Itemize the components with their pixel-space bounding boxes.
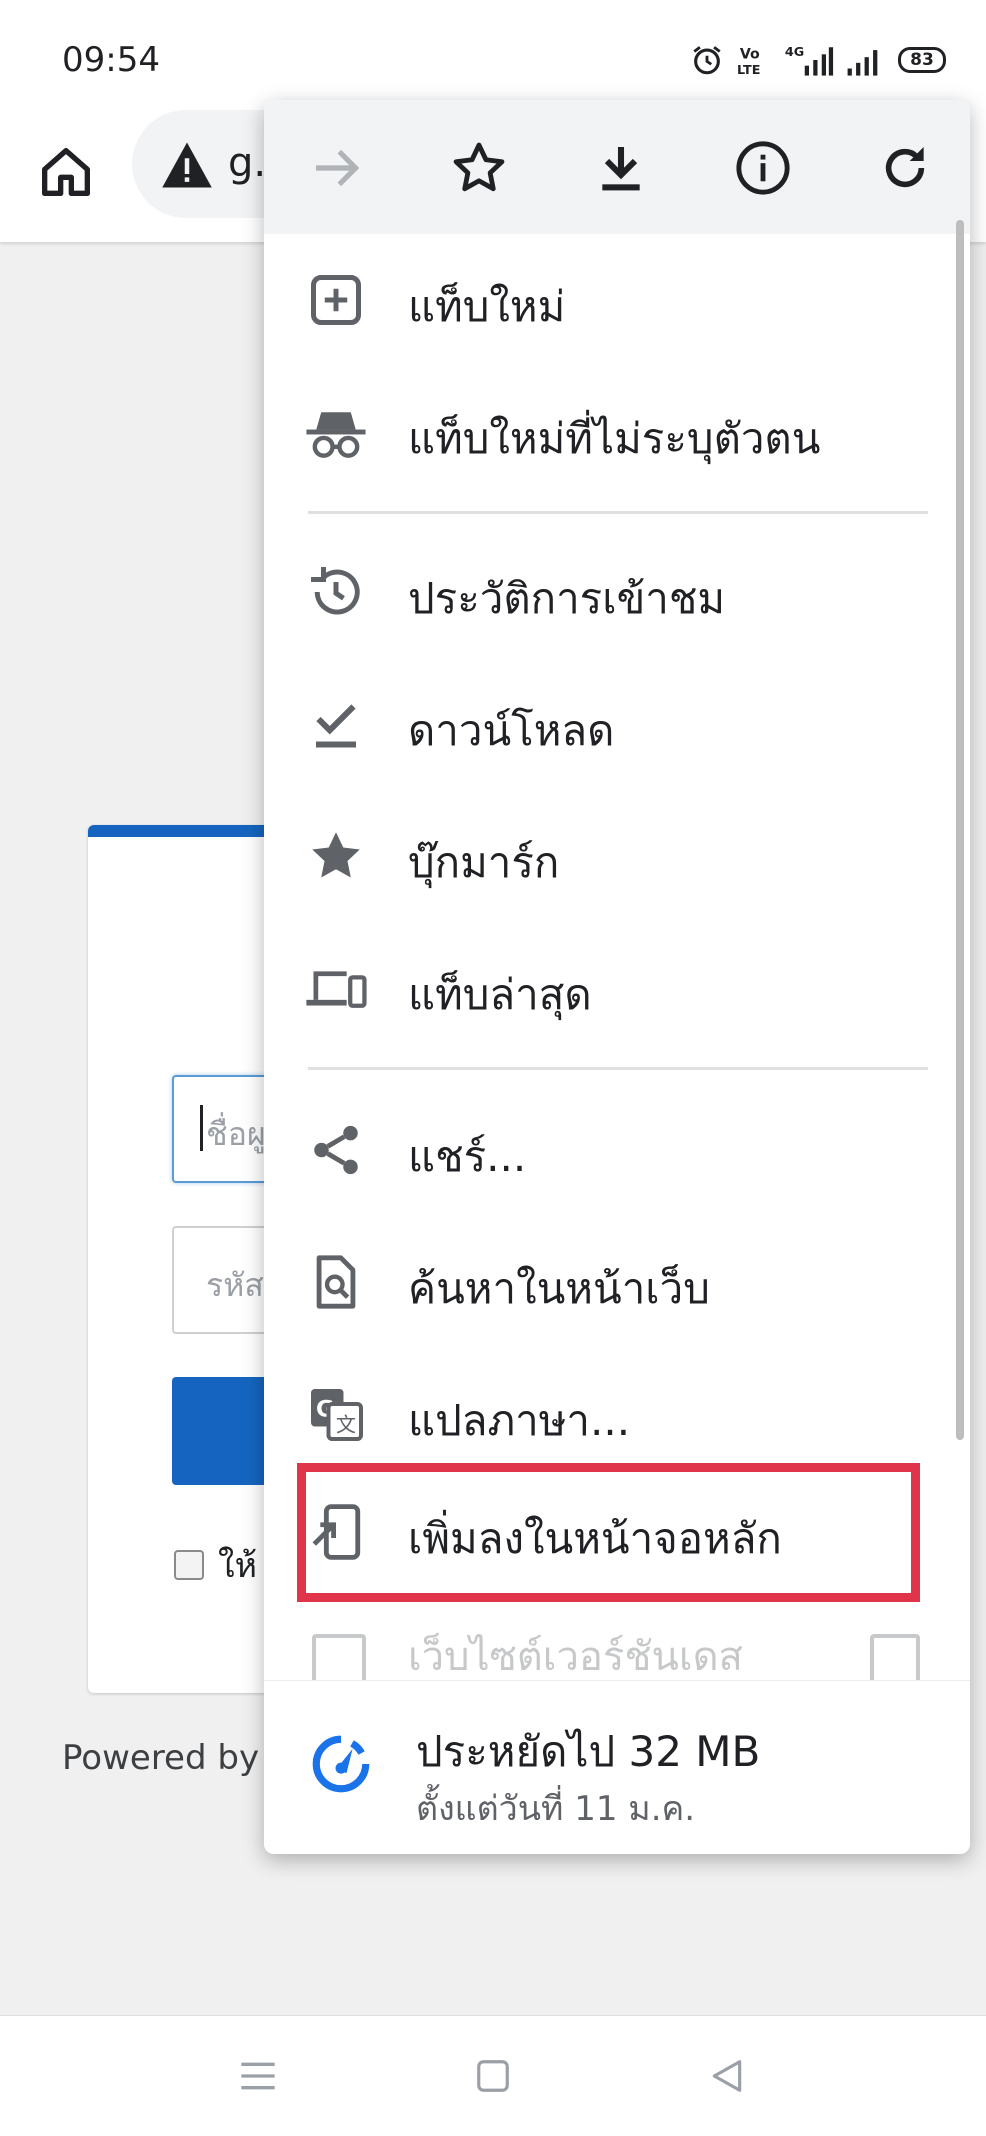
menu-item-downloads[interactable]: ดาวน์โหลด <box>264 658 954 790</box>
share-icon <box>304 1118 368 1182</box>
status-time: 09:54 <box>62 40 160 80</box>
battery-indicator: 83 <box>898 47 946 73</box>
download-button[interactable] <box>586 133 656 203</box>
screen: 09:54 Vo LTE 4G 83 g. ชื่อผู รหัส ให้ Po… <box>0 0 986 2136</box>
signal-icon <box>847 50 878 76</box>
warning-icon <box>162 142 212 188</box>
incognito-icon <box>304 400 368 464</box>
4g-signal-icon: 4G <box>785 45 834 76</box>
desktop-site-checkbox[interactable] <box>870 1634 920 1684</box>
menu-action-bar <box>264 100 970 234</box>
menu-item-recent-tabs[interactable]: แท็บล่าสุด <box>264 922 954 1054</box>
status-bar: 09:54 Vo LTE 4G 83 <box>0 0 986 110</box>
remember-label: ให้ <box>218 1546 258 1586</box>
bookmark-star-button[interactable] <box>444 133 514 203</box>
download-icon <box>602 147 640 191</box>
refresh-button[interactable] <box>870 133 940 203</box>
info-icon <box>736 141 790 195</box>
menu-item-translate[interactable]: G 文 แปลภาษา... <box>264 1348 954 1480</box>
data-saver-footer[interactable]: ประหยัดไป 32 MB ตั้งแต่วันที่ 11 ม.ค. <box>264 1680 970 1854</box>
menu-item-label: แท็บใหม่ที่ไม่ระบุตัวตน <box>408 414 821 463</box>
data-saver-subtitle: ตั้งแต่วันที่ 11 ม.ค. <box>416 1789 696 1829</box>
menu-item-share[interactable]: แชร์... <box>264 1084 954 1216</box>
menu-item-label: แชร์... <box>408 1132 527 1181</box>
menu-item-history[interactable]: ประวัติการเข้าชม <box>264 526 954 658</box>
menu-scrollbar[interactable] <box>956 220 964 1440</box>
menu-item-new-tab[interactable]: แท็บใหม่ <box>264 234 954 366</box>
menu-item-label: เว็บไซต์เวอร์ชันเดส <box>408 1634 743 1680</box>
downloads-icon <box>304 692 368 756</box>
alarm-icon <box>693 46 721 75</box>
data-saver-icon <box>312 1735 370 1793</box>
data-saver-title: ประหยัดไป 32 MB <box>416 1727 761 1776</box>
remember-checkbox[interactable] <box>174 1550 204 1580</box>
text-caret <box>200 1105 203 1151</box>
powered-by-text: Powered by F <box>62 1738 290 1778</box>
status-icons: Vo LTE 4G 83 <box>690 40 946 80</box>
url-text: g. <box>228 140 267 186</box>
menu-item-desktop-site[interactable]: เว็บไซต์เวอร์ชันเดส <box>264 1620 954 1688</box>
refresh-icon <box>885 147 925 188</box>
home-button[interactable] <box>34 140 98 204</box>
back-nav-button[interactable] <box>697 2046 757 2106</box>
svg-text:4G: 4G <box>785 45 804 60</box>
menu-item-label: ดาวน์โหลด <box>408 706 615 755</box>
menu-item-bookmarks[interactable]: บุ๊กมาร์ก <box>264 790 954 922</box>
info-button[interactable] <box>728 133 798 203</box>
menu-item-find-in-page[interactable]: ค้นหาในหน้าเว็บ <box>264 1216 954 1348</box>
menu-lines-icon <box>241 2062 275 2090</box>
menu-item-label: แท็บใหม่ <box>408 282 566 331</box>
svg-text:Vo: Vo <box>740 47 760 63</box>
home-nav-button[interactable] <box>463 2046 523 2106</box>
find-in-page-icon <box>304 1250 368 1314</box>
highlight-box <box>297 1463 920 1602</box>
recents-button[interactable] <box>228 2046 288 2106</box>
system-nav-bar <box>0 2015 986 2136</box>
translate-icon: G 文 <box>304 1382 368 1446</box>
remember-row: ให้ <box>174 1538 257 1592</box>
recent-tabs-icon <box>304 956 368 1020</box>
overflow-menu: แท็บใหม่ แท็บใหม่ที่ไม่ระบุตัวตน ประวัติ… <box>264 100 970 1854</box>
back-triangle-icon <box>712 2060 742 2092</box>
home-icon <box>42 148 90 196</box>
menu-divider <box>308 511 928 514</box>
forward-button[interactable] <box>302 133 372 203</box>
menu-item-label: แปลภาษา... <box>408 1396 631 1445</box>
svg-text:LTE: LTE <box>737 63 760 77</box>
bookmark-star-icon <box>453 142 505 192</box>
menu-item-incognito-tab[interactable]: แท็บใหม่ที่ไม่ระบุตัวตน <box>264 366 954 498</box>
menu-item-label: บุ๊กมาร์ก <box>408 838 560 887</box>
menu-divider <box>308 1067 928 1070</box>
forward-icon <box>316 149 360 187</box>
volte-icon: Vo LTE <box>737 47 760 77</box>
home-square-icon <box>477 2060 509 2092</box>
menu-item-label: แท็บล่าสุด <box>408 970 592 1019</box>
menu-item-label: ค้นหาในหน้าเว็บ <box>408 1264 710 1313</box>
menu-item-label: ประวัติการเข้าชม <box>408 574 726 623</box>
history-icon <box>304 560 368 624</box>
username-placeholder: ชื่อผู <box>206 1115 266 1153</box>
svg-text:文: 文 <box>336 1413 356 1437</box>
new-tab-icon <box>304 268 368 332</box>
password-placeholder: รหัส <box>206 1266 264 1304</box>
bookmarks-icon <box>304 824 368 888</box>
